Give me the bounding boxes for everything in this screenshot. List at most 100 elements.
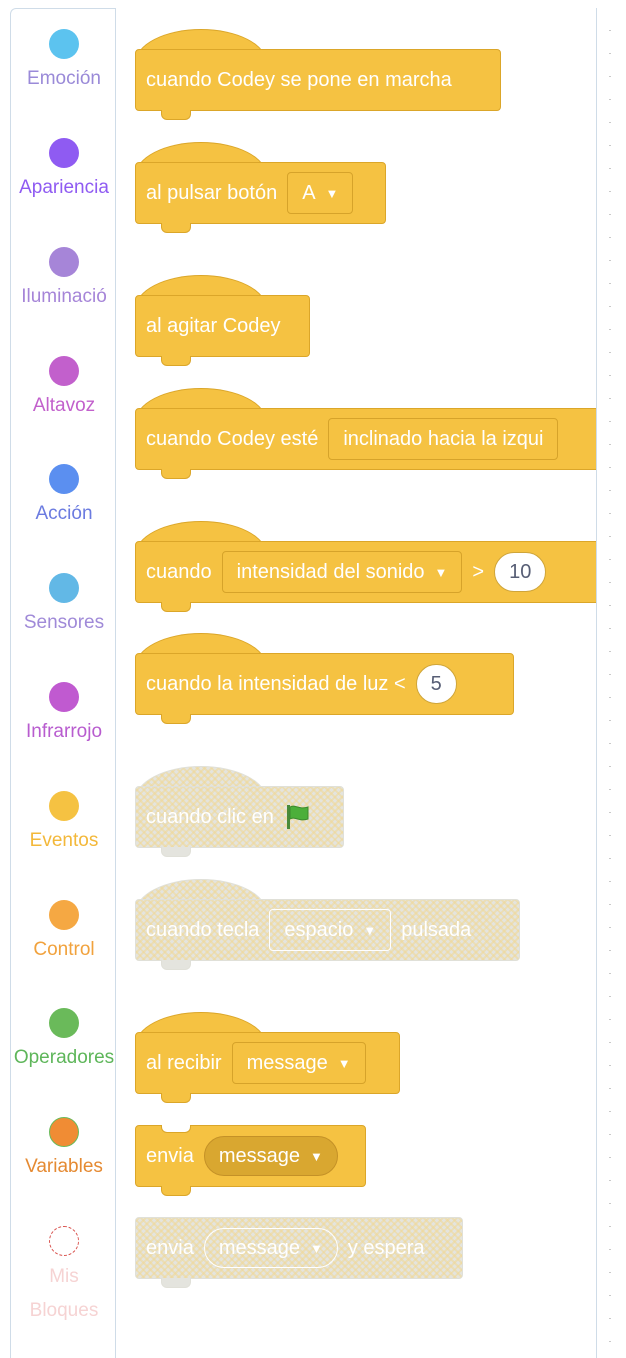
block-when-flag-clicked[interactable]: cuando clic en bbox=[135, 786, 344, 848]
category-dot-icon bbox=[49, 791, 79, 821]
dropdown-value: message bbox=[246, 1051, 328, 1074]
block-connector bbox=[161, 223, 191, 233]
block-when-codey-tilted[interactable]: cuando Codey esté inclinado hacia la izq… bbox=[135, 408, 596, 470]
category-label: Variables bbox=[25, 1156, 103, 1177]
category-dot-icon bbox=[49, 1226, 79, 1256]
block-connector bbox=[161, 1186, 191, 1196]
category-dot-icon bbox=[49, 247, 79, 277]
block-when-light-less[interactable]: cuando la intensidad de luz < 5 bbox=[135, 653, 514, 715]
category-dot-icon bbox=[49, 138, 79, 168]
block-label: al pulsar botón bbox=[146, 181, 278, 204]
category-dot-icon bbox=[49, 573, 79, 603]
block-connector bbox=[161, 1278, 191, 1288]
green-flag-icon bbox=[286, 805, 309, 829]
dropdown-value: message bbox=[218, 1236, 300, 1259]
dropdown-value: inclinado hacia la izqui bbox=[343, 427, 544, 450]
caret-down-icon: ▼ bbox=[309, 1240, 323, 1256]
category-dot-icon bbox=[49, 356, 79, 386]
block-label: cuando Codey esté bbox=[146, 427, 319, 450]
dropdown-value: espacio bbox=[284, 918, 354, 941]
block-when-shaken[interactable]: al agitar Codey bbox=[135, 295, 310, 357]
block-connector bbox=[161, 356, 191, 366]
block-connector bbox=[161, 469, 191, 479]
sensor-dropdown[interactable]: intensidad del sonido ▼ bbox=[221, 551, 463, 593]
caret-down-icon: ▼ bbox=[309, 1148, 323, 1164]
block-label: cuando clic en bbox=[146, 805, 274, 828]
category-infrarrojo[interactable]: Infrarrojo bbox=[11, 682, 117, 743]
button-dropdown[interactable]: A ▼ bbox=[287, 172, 354, 214]
category-label: Acción bbox=[35, 503, 93, 524]
operator-label: > bbox=[472, 560, 485, 583]
category-control[interactable]: Control bbox=[11, 900, 117, 961]
category-label: Iluminació bbox=[21, 286, 107, 307]
category-sidebar: Emoción Apariencia Iluminació Altavoz Ac… bbox=[10, 8, 116, 1358]
block-label: envia bbox=[146, 1236, 194, 1259]
category-operadores[interactable]: Operadores bbox=[11, 1008, 117, 1069]
caret-down-icon: ▼ bbox=[337, 1055, 351, 1071]
block-connector bbox=[161, 847, 191, 857]
category-label: Apariencia bbox=[19, 177, 109, 198]
category-altavoz[interactable]: Altavoz bbox=[11, 356, 117, 417]
block-when-sound-greater[interactable]: cuando intensidad del sonido ▼ > 10 bbox=[135, 541, 596, 603]
category-label: Emoción bbox=[27, 68, 101, 89]
category-variables[interactable]: Variables bbox=[11, 1117, 117, 1178]
category-label: Sensores bbox=[23, 612, 105, 633]
palette-divider bbox=[596, 8, 597, 1358]
block-label: al agitar Codey bbox=[146, 314, 281, 337]
dropdown-value: intensidad del sonido bbox=[236, 560, 425, 583]
category-dot-icon bbox=[49, 29, 79, 59]
block-notch bbox=[161, 1125, 191, 1133]
block-palette: cuando Codey se pone en marcha al pulsar… bbox=[116, 8, 596, 1358]
category-iluminacion[interactable]: Iluminació bbox=[11, 247, 117, 308]
category-eventos[interactable]: Eventos bbox=[11, 791, 117, 852]
block-label: cuando tecla bbox=[146, 918, 260, 941]
broadcast-message-menu[interactable]: message ▼ bbox=[203, 1228, 338, 1268]
block-suffix: pulsada bbox=[401, 918, 472, 941]
block-broadcast[interactable]: envia message ▼ bbox=[135, 1125, 366, 1187]
dropdown-value: message bbox=[218, 1144, 300, 1167]
caret-down-icon: ▼ bbox=[363, 922, 377, 938]
block-when-receive[interactable]: al recibir message ▼ bbox=[135, 1032, 400, 1094]
broadcast-message-menu[interactable]: message ▼ bbox=[203, 1136, 338, 1176]
block-label: cuando la intensidad de luz < bbox=[146, 672, 406, 695]
category-dot-icon bbox=[49, 682, 79, 712]
message-dropdown[interactable]: message ▼ bbox=[231, 1042, 366, 1084]
caret-down-icon: ▼ bbox=[434, 564, 448, 580]
dropdown-value: A bbox=[302, 181, 316, 204]
category-label: Operadores bbox=[13, 1047, 115, 1068]
category-dot-icon bbox=[49, 464, 79, 494]
block-broadcast-and-wait[interactable]: envia message ▼ y espera bbox=[135, 1217, 463, 1279]
category-dot-icon bbox=[49, 1008, 79, 1038]
block-suffix: y espera bbox=[347, 1236, 425, 1259]
threshold-input[interactable]: 10 bbox=[494, 552, 547, 592]
light-threshold-input[interactable]: 5 bbox=[415, 664, 457, 704]
block-label: cuando Codey se pone en marcha bbox=[146, 68, 452, 91]
tilt-dropdown[interactable]: inclinado hacia la izqui bbox=[328, 418, 559, 460]
category-label: Mis Bloques bbox=[29, 1266, 99, 1321]
category-mis-bloques[interactable]: Mis Bloques bbox=[11, 1226, 117, 1328]
category-sensores[interactable]: Sensores bbox=[11, 573, 117, 634]
category-dot-icon bbox=[49, 1117, 79, 1147]
category-accion[interactable]: Acción bbox=[11, 464, 117, 525]
block-connector bbox=[161, 110, 191, 120]
block-connector bbox=[161, 1093, 191, 1103]
block-label: cuando bbox=[146, 560, 212, 583]
caret-down-icon: ▼ bbox=[325, 185, 339, 201]
category-emocion[interactable]: Emoción bbox=[11, 29, 117, 90]
block-when-codey-starts[interactable]: cuando Codey se pone en marcha bbox=[135, 49, 501, 111]
block-when-key-pressed[interactable]: cuando tecla espacio ▼ pulsada bbox=[135, 899, 520, 961]
block-label: envia bbox=[146, 1144, 194, 1167]
key-dropdown[interactable]: espacio ▼ bbox=[269, 909, 392, 951]
category-label: Infrarrojo bbox=[25, 721, 103, 742]
category-dot-icon bbox=[49, 900, 79, 930]
category-label: Eventos bbox=[29, 830, 99, 851]
block-connector bbox=[161, 714, 191, 724]
block-connector bbox=[161, 960, 191, 970]
block-when-button-pressed[interactable]: al pulsar botón A ▼ bbox=[135, 162, 386, 224]
scrollbar-track[interactable] bbox=[609, 30, 611, 1350]
category-label: Altavoz bbox=[32, 395, 96, 416]
block-connector bbox=[161, 602, 191, 612]
category-label: Control bbox=[33, 939, 95, 960]
block-label: al recibir bbox=[146, 1051, 222, 1074]
category-apariencia[interactable]: Apariencia bbox=[11, 138, 117, 199]
